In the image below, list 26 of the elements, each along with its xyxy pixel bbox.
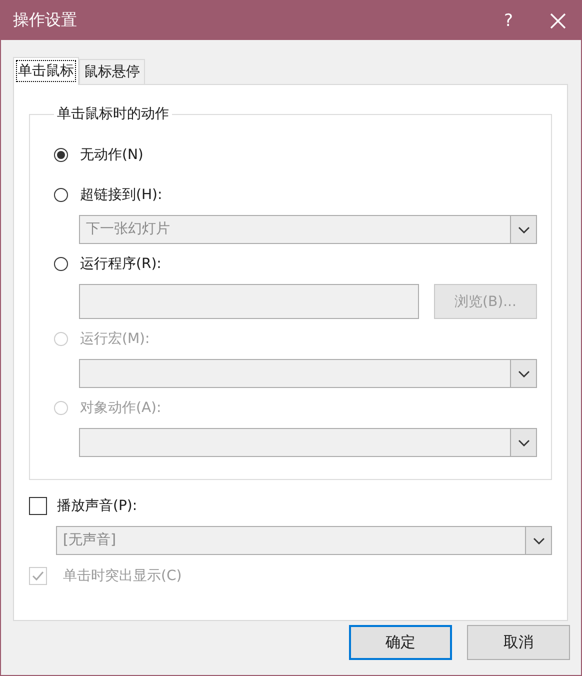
radio-label: 超链接到(H): xyxy=(80,186,162,204)
dropdown-value: [无声音] xyxy=(63,532,116,548)
chevron-down-icon xyxy=(518,438,530,446)
window-title: 操作设置 xyxy=(13,10,78,31)
chevron-down-icon xyxy=(518,226,530,234)
radio-label: 对象动作(A): xyxy=(80,399,162,417)
dropdown-value: 下一张幻灯片 xyxy=(86,221,170,237)
checkbox-label: 播放声音(P): xyxy=(57,497,138,515)
ok-button[interactable]: 确定 xyxy=(349,625,452,660)
cancel-button[interactable]: 取消 xyxy=(467,625,570,660)
radio-label: 运行宏(M): xyxy=(80,330,150,348)
radio-button[interactable] xyxy=(54,257,68,271)
checkmark-icon xyxy=(32,571,44,581)
radio-label: 无动作(N) xyxy=(80,146,144,164)
chevron-down-icon xyxy=(518,370,530,378)
radio-button[interactable] xyxy=(54,148,68,162)
group-label: 单击鼠标时的动作 xyxy=(56,105,170,123)
checkbox-label: 单击时突出显示(C) xyxy=(63,567,182,585)
tab[interactable]: 单击鼠标 xyxy=(13,57,79,85)
close-icon[interactable] xyxy=(549,12,567,30)
checkbox[interactable] xyxy=(29,497,47,515)
chevron-down-icon xyxy=(532,536,544,544)
radio-button[interactable] xyxy=(54,188,68,202)
help-button[interactable]: ? xyxy=(504,10,513,30)
tab[interactable]: 鼠标悬停 xyxy=(79,59,145,84)
radio-label: 运行程序(R): xyxy=(80,255,162,273)
